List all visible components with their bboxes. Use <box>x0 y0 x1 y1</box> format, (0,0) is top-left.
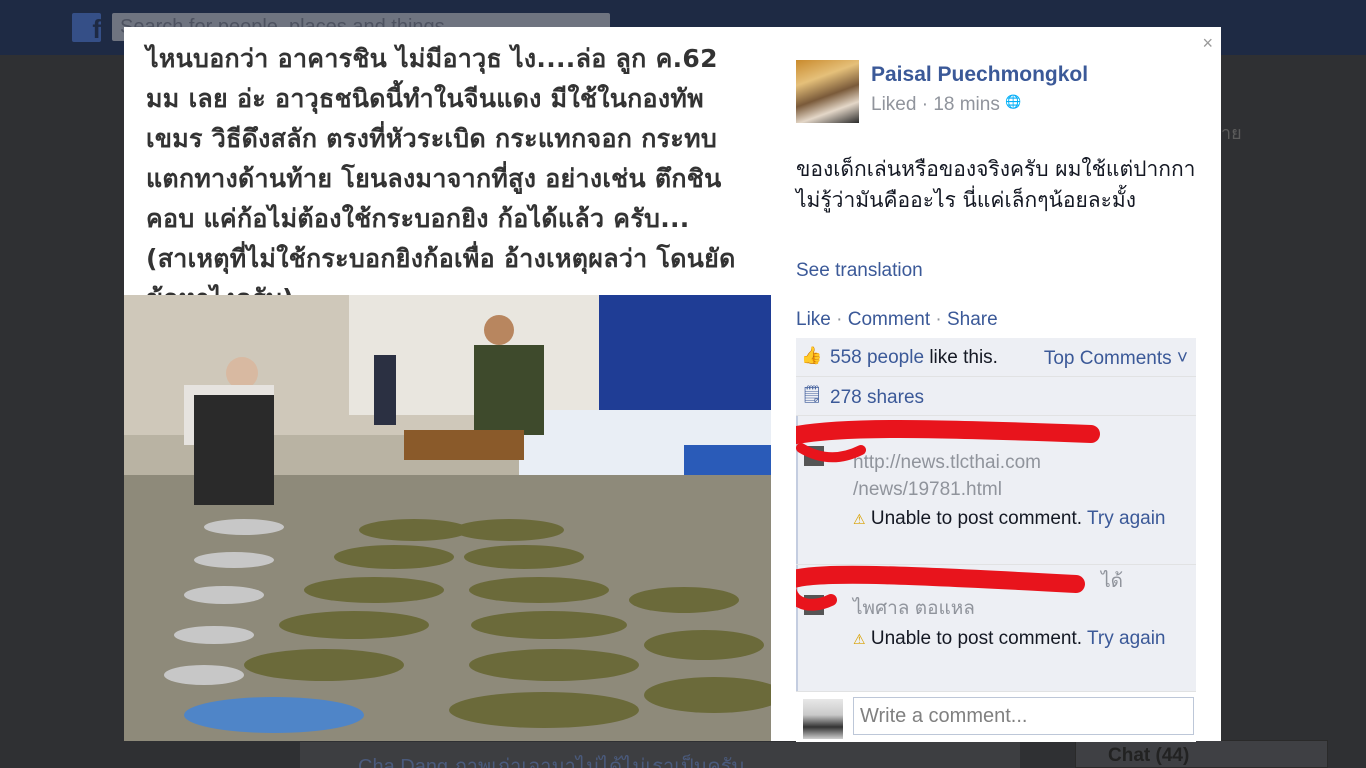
likes-summary: 558 people like this. <box>830 347 998 369</box>
comment-error-text: Unable to post comment. <box>870 628 1083 649</box>
comment-text-line-2: /news/19781.html <box>853 479 1002 500</box>
globe-icon: 🌐 <box>1005 94 1022 109</box>
warning-icon: ⚠ <box>853 631 866 647</box>
comment-item: ได้ ไพศาล ตอแหล ⚠ Unable to post comment… <box>796 565 1196 691</box>
mortar-shells-photo <box>124 295 771 741</box>
post-meta: Liked · 18 mins 🌐 <box>871 94 1022 115</box>
post-actions: Like · Comment · Share <box>796 309 998 330</box>
commenter-avatar[interactable] <box>804 595 824 615</box>
likes-row: 👍 558 people like this. Top Comments ˅ <box>796 338 1196 377</box>
likes-count-link[interactable]: 558 people <box>830 347 924 368</box>
comment-link[interactable]: Comment <box>848 309 930 330</box>
comment-error: ⚠ Unable to post comment. Try again <box>853 625 1183 653</box>
comment-item: http://news.tlcthai.com /news/19781.html… <box>796 416 1196 565</box>
comment-text-line-1: http://news.tlcthai.com <box>853 452 1041 473</box>
facebook-logo-icon[interactable]: f <box>72 13 101 42</box>
chat-bar[interactable]: Chat (44) <box>1075 740 1328 768</box>
comment-input[interactable] <box>853 697 1194 735</box>
post-text: ของเด็กเล่นหรือของจริงครับ ผมใช้แต่ปากกา… <box>796 157 1196 212</box>
like-link[interactable]: Like <box>796 309 831 330</box>
comment-text: ได้ ไพศาล ตอแหล <box>853 568 1183 622</box>
author-avatar[interactable] <box>796 60 859 123</box>
share-icon: 🗒 <box>801 385 823 404</box>
comment-text: http://news.tlcthai.com /news/19781.html <box>853 449 1183 503</box>
comment-text-line-2: ไพศาล ตอแหล <box>853 598 975 619</box>
try-again-link[interactable]: Try again <box>1087 508 1166 529</box>
background-side-text: าย <box>1221 123 1242 143</box>
author-name-link[interactable]: Paisal Puechmongkol <box>871 63 1088 87</box>
comment-error-text: Unable to post comment. <box>870 508 1083 529</box>
post-liked-status: Liked <box>871 94 917 115</box>
post-timestamp[interactable]: 18 mins <box>933 94 1000 115</box>
current-user-avatar <box>803 699 843 739</box>
share-link[interactable]: Share <box>947 309 998 330</box>
background-post-text: Cha Dang ภาพเก่าเอามาไม่ได้ไม่เราเป็นครั… <box>358 756 745 768</box>
warning-icon: ⚠ <box>853 511 866 527</box>
shares-count-link[interactable]: 278 shares <box>830 387 924 409</box>
photo-viewer-modal: ไหนบอกว่า อาคารชิน ไม่มีอาวุธ ไง....ล่อ … <box>124 27 1221 742</box>
write-comment-area <box>796 691 1196 742</box>
top-comments-dropdown[interactable]: Top Comments ˅ <box>1044 348 1188 370</box>
comment-text-line-1: ได้ <box>1101 571 1123 592</box>
comments-panel: 👍 558 people like this. Top Comments ˅ 🗒… <box>796 338 1196 691</box>
comment-error: ⚠ Unable to post comment. Try again <box>853 505 1183 533</box>
thumbs-up-icon: 👍 <box>801 346 823 365</box>
shares-row: 🗒 278 shares <box>796 377 1196 416</box>
post-sidebar: × Paisal Puechmongkol Liked · 18 mins 🌐 … <box>771 27 1221 742</box>
commenter-avatar[interactable] <box>804 446 824 466</box>
see-translation-link[interactable]: See translation <box>796 260 923 282</box>
likes-suffix: like this. <box>924 347 998 368</box>
try-again-link[interactable]: Try again <box>1087 628 1166 649</box>
close-icon[interactable]: × <box>1202 33 1213 54</box>
photo-caption-text: ไหนบอกว่า อาคารชิน ไม่มีอาวุธ ไง....ล่อ … <box>146 44 736 313</box>
post-photo[interactable]: ไหนบอกว่า อาคารชิน ไม่มีอาวุธ ไง....ล่อ … <box>124 27 771 741</box>
